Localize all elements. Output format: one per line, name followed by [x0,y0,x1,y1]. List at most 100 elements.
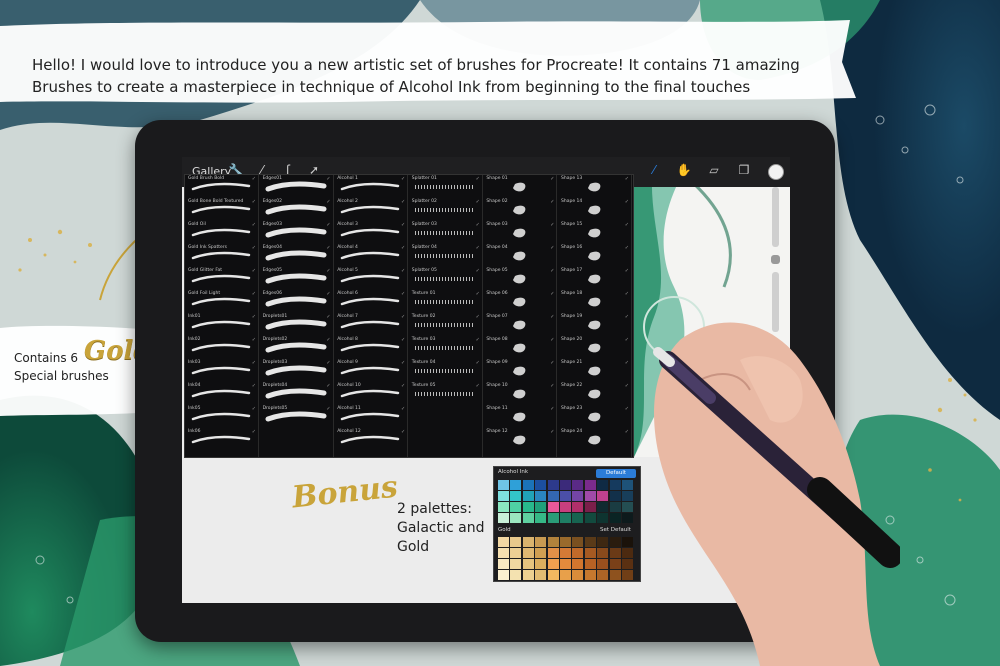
brush-item[interactable]: Alcohol 2 ✓ [334,198,407,218]
color-swatch[interactable] [572,537,584,547]
brush-item[interactable]: Edges03 ✓ [260,221,333,241]
brush-item[interactable]: Edges04 ✓ [260,244,333,264]
color-swatch[interactable] [510,548,522,558]
color-swatch[interactable] [560,491,571,501]
color-swatch[interactable] [498,480,509,490]
brush-item[interactable]: Alcohol 4 ✓ [334,244,407,264]
color-swatch[interactable] [522,559,534,569]
brush-item[interactable]: Edges02 ✓ [260,198,333,218]
brush-item[interactable]: Alcohol 12 ✓ [334,428,407,448]
color-swatch[interactable] [547,502,559,512]
color-swatch[interactable] [572,548,584,558]
brush-item[interactable]: Splatter 05 ✓ [409,267,482,287]
color-swatch[interactable] [609,480,621,490]
brush-item[interactable]: Texture 02 ✓ [409,313,482,333]
brush-item[interactable]: Shape 18 ✓ [558,290,631,310]
brush-item[interactable]: Shape 24 ✓ [558,428,631,448]
brush-item[interactable]: Shape 13 ✓ [558,175,631,195]
brush-item[interactable]: Shape 05 ✓ [483,267,556,287]
brush-item[interactable]: Shape 12 ✓ [483,428,556,448]
color-swatch[interactable] [510,491,522,501]
color-swatch[interactable] [522,513,534,523]
color-swatch[interactable] [498,537,509,547]
brush-item[interactable]: Shape 23 ✓ [558,405,631,425]
brush-item[interactable]: Alcohol 3 ✓ [334,221,407,241]
brush-item[interactable]: Shape 06 ✓ [483,290,556,310]
color-swatch[interactable] [572,570,584,580]
brush-item[interactable]: Shape 03 ✓ [483,221,556,241]
brush-item[interactable]: Droplets05 ✓ [260,405,333,425]
color-swatch[interactable] [609,537,621,547]
color-swatch[interactable] [498,491,509,501]
default-button[interactable]: Default [596,469,636,478]
color-swatch[interactable] [547,480,559,490]
color-swatch[interactable] [609,502,621,512]
color-swatch[interactable] [498,502,509,512]
brush-item[interactable]: Droplets01 ✓ [260,313,333,333]
color-swatch[interactable] [498,548,509,558]
color-swatch[interactable] [510,502,522,512]
color-swatch[interactable] [584,480,596,490]
brush-item[interactable]: Texture 03 ✓ [409,336,482,356]
color-swatch[interactable] [560,559,571,569]
color-swatch[interactable] [498,513,509,523]
color-swatch[interactable] [522,570,534,580]
color-swatch[interactable] [597,559,609,569]
brush-item[interactable]: Ink01 ✓ [185,313,258,333]
brush-item[interactable]: Shape 20 ✓ [558,336,631,356]
color-swatch[interactable] [547,570,559,580]
brush-item[interactable]: Shape 17 ✓ [558,267,631,287]
color-swatch[interactable] [609,570,621,580]
color-swatch[interactable] [535,570,547,580]
brush-item[interactable]: Shape 22 ✓ [558,382,631,402]
brush-item[interactable]: Shape 01 ✓ [483,175,556,195]
color-swatch[interactable] [522,480,534,490]
brush-item[interactable]: Gold Oil ✓ [185,221,258,241]
color-swatch[interactable] [622,502,633,512]
brush-item[interactable]: Shape 08 ✓ [483,336,556,356]
color-swatch[interactable] [560,513,571,523]
color-swatch[interactable] [535,513,547,523]
color-swatch[interactable] [597,570,609,580]
brush-item[interactable]: Splatter 03 ✓ [409,221,482,241]
brush-item[interactable]: Splatter 01 ✓ [409,175,482,195]
color-swatch[interactable] [535,491,547,501]
color-swatch[interactable] [597,513,609,523]
brush-item[interactable]: Ink06 ✓ [185,428,258,448]
color-swatch[interactable] [560,570,571,580]
brush-item[interactable]: Shape 11 ✓ [483,405,556,425]
color-swatch[interactable] [597,537,609,547]
color-swatch[interactable] [622,537,633,547]
color-swatch[interactable] [572,491,584,501]
brush-icon[interactable]: ⁄ [646,163,662,177]
color-swatch[interactable] [572,513,584,523]
color-swatch[interactable] [547,491,559,501]
brush-item[interactable]: Alcohol 7 ✓ [334,313,407,333]
color-swatch[interactable] [584,559,596,569]
brush-item[interactable]: Shape 04 ✓ [483,244,556,264]
color-swatch[interactable] [522,548,534,558]
color-swatch[interactable] [584,537,596,547]
brush-item[interactable]: Gold Brush Bold ✓ [185,175,258,195]
color-swatch[interactable] [560,480,571,490]
brush-item[interactable]: Shape 16 ✓ [558,244,631,264]
brush-item[interactable]: Shape 21 ✓ [558,359,631,379]
color-swatch[interactable] [498,570,509,580]
brush-item[interactable]: Alcohol 5 ✓ [334,267,407,287]
color-swatch[interactable] [522,491,534,501]
color-swatch[interactable] [560,548,571,558]
color-swatch[interactable] [510,570,522,580]
brush-item[interactable]: Alcohol 8 ✓ [334,336,407,356]
color-swatch[interactable] [547,513,559,523]
layers-icon[interactable]: ❐ [736,163,752,177]
color-swatch[interactable] [584,513,596,523]
color-swatch[interactable] [547,548,559,558]
brush-item[interactable]: Splatter 04 ✓ [409,244,482,264]
brush-item[interactable]: Shape 15 ✓ [558,221,631,241]
color-swatch[interactable] [584,491,596,501]
color-swatch[interactable] [547,537,559,547]
smudge-icon[interactable]: ✋ [676,163,692,177]
brush-size-slider[interactable] [772,187,779,247]
set-default-button[interactable]: Set Default [600,527,631,533]
brush-item[interactable]: Alcohol 10 ✓ [334,382,407,402]
